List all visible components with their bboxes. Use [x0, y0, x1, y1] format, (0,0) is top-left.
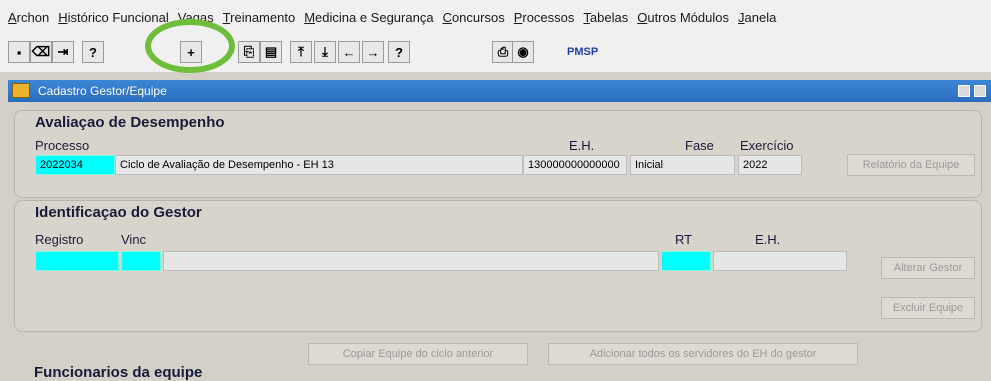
clipboard-icon[interactable]: ▤ — [260, 41, 282, 63]
adicionar-servidores-button[interactable]: Adicionar todos os servidores do EH do g… — [548, 343, 858, 365]
pmsp-icon[interactable]: ◉ — [512, 41, 534, 63]
exercicio-field[interactable]: 2022 — [738, 155, 802, 175]
next-icon[interactable]: → — [362, 41, 384, 63]
exercicio-label: Exercício — [740, 138, 794, 153]
menu-item-5[interactable]: Concursos — [443, 10, 505, 25]
query-icon[interactable]: ? — [82, 41, 104, 63]
rt-field[interactable] — [661, 251, 711, 271]
save-icon[interactable]: ▪ — [8, 41, 30, 63]
window-titlebar: Cadastro Gestor/Equipe — [8, 80, 991, 102]
alterar-gestor-button[interactable]: Alterar Gestor — [881, 257, 975, 279]
menu-item-8[interactable]: Outros Módulos — [637, 10, 729, 25]
window-icon — [12, 83, 30, 98]
menu-item-1[interactable]: Histórico Funcional — [58, 10, 169, 25]
registro-label: Registro — [35, 232, 84, 247]
copy-icon[interactable]: ⎘ — [238, 41, 260, 63]
menu-item-6[interactable]: Processos — [514, 10, 575, 25]
maximize-icon[interactable] — [974, 85, 986, 97]
eh-field[interactable]: 130000000000000 — [523, 155, 627, 175]
menu-item-0[interactable]: Archon — [8, 10, 49, 25]
processo-label: Processo — [35, 138, 90, 153]
gestor-eh-field[interactable] — [713, 251, 847, 271]
menu-item-9[interactable]: Janela — [738, 10, 776, 25]
registro-field[interactable] — [35, 251, 119, 271]
gestor-group: Identificaçao do Gestor Registro Vinc RT… — [14, 200, 982, 332]
avaliacao-group: Avaliaçao de Desempenho Processo E.H. Fa… — [14, 110, 982, 198]
gestor-heading: Identificaçao do Gestor — [35, 204, 202, 221]
gestor-name-field[interactable] — [163, 251, 659, 271]
avaliacao-heading: Avaliaçao de Desempenho — [35, 114, 225, 131]
relatorio-equipe-button[interactable]: Relatório da Equipe — [847, 154, 975, 176]
copiar-equipe-button[interactable]: Copiar Equipe do ciclo anterior — [308, 343, 528, 365]
exit-icon[interactable]: ⇥ — [52, 41, 74, 63]
menu-item-4[interactable]: Medicina e Segurança — [304, 10, 433, 25]
menu-item-3[interactable]: Treinamento — [223, 10, 296, 25]
previous-icon[interactable]: ← — [338, 41, 360, 63]
menu-item-7[interactable]: Tabelas — [583, 10, 628, 25]
processo-code-field[interactable]: 2022034 — [35, 155, 115, 175]
excluir-equipe-button[interactable]: Excluir Equipe — [881, 297, 975, 319]
last-record-icon[interactable]: ⤓ — [314, 41, 336, 63]
fase-field[interactable]: Inicial — [630, 155, 735, 175]
gestor-eh-label: E.H. — [755, 232, 781, 247]
minimize-icon[interactable] — [958, 85, 970, 97]
funcionarios-heading: Funcionarios da equipe — [34, 364, 203, 381]
fase-label: Fase — [685, 138, 714, 153]
print-icon[interactable]: ⎙ — [492, 41, 514, 63]
menu-bar: Archon Histórico Funcional Vagas Treinament… — [0, 0, 991, 34]
vinc-field[interactable] — [121, 251, 161, 271]
help-icon[interactable]: ? — [388, 41, 410, 63]
first-record-icon[interactable]: ⤒ — [290, 41, 312, 63]
eh-label: E.H. — [569, 138, 595, 153]
pmsp-label[interactable]: PMSP — [567, 46, 598, 58]
window-title: Cadastro Gestor/Equipe — [38, 84, 167, 98]
form-panel: Avaliaçao de Desempenho Processo E.H. Fa… — [8, 102, 991, 381]
vinc-label: Vinc — [121, 232, 147, 247]
highlight-circle — [145, 19, 235, 73]
delete-icon[interactable]: ⌫ — [30, 41, 52, 63]
processo-desc-field[interactable]: Ciclo de Avaliação de Desempenho - EH 13 — [115, 155, 523, 175]
rt-label: RT — [675, 232, 693, 247]
